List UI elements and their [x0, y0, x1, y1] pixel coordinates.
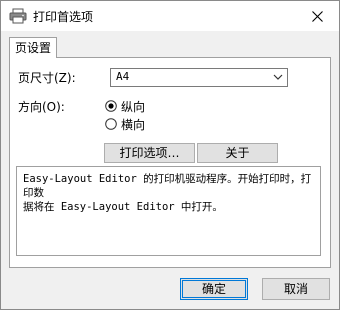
printer-icon — [9, 8, 27, 24]
close-button[interactable] — [295, 1, 339, 31]
orientation-label: 方向(O): — [18, 100, 65, 114]
portrait-label[interactable]: 纵向 — [121, 98, 145, 115]
description-box: Easy-Layout Editor 的打印机驱动程序。开始打印时，打印数 据将… — [16, 166, 321, 256]
chevron-down-icon — [273, 74, 283, 80]
tab-page-setup[interactable]: 页设置 — [9, 37, 57, 58]
page-size-label: 页尺寸(Z): — [18, 71, 76, 85]
page-setup-panel: 页尺寸(Z): A4 方向(O): 纵向 横向 打印选项… 关于 Easy-La… — [9, 57, 331, 268]
print-options-button[interactable]: 打印选项… — [104, 143, 195, 163]
ok-button[interactable]: 确定 — [180, 278, 248, 300]
title-bar: 打印首选项 — [1, 1, 339, 31]
cancel-button[interactable]: 取消 — [262, 278, 330, 300]
portrait-radio[interactable] — [105, 100, 117, 112]
focus-ring — [182, 280, 246, 298]
description-text: Easy-Layout Editor 的打印机驱动程序。开始打印时，打印数 据将… — [23, 173, 312, 213]
window-title: 打印首选项 — [33, 10, 94, 24]
about-button[interactable]: 关于 — [197, 143, 278, 163]
page-size-select[interactable]: A4 — [110, 68, 288, 87]
landscape-label[interactable]: 横向 — [121, 116, 145, 133]
landscape-radio[interactable] — [105, 118, 117, 130]
print-preferences-dialog: 打印首选项 页设置 页尺寸(Z): A4 方向(O): 纵向 横向 打印选项… … — [0, 0, 340, 310]
close-icon — [311, 10, 323, 22]
page-size-value: A4 — [116, 70, 130, 83]
